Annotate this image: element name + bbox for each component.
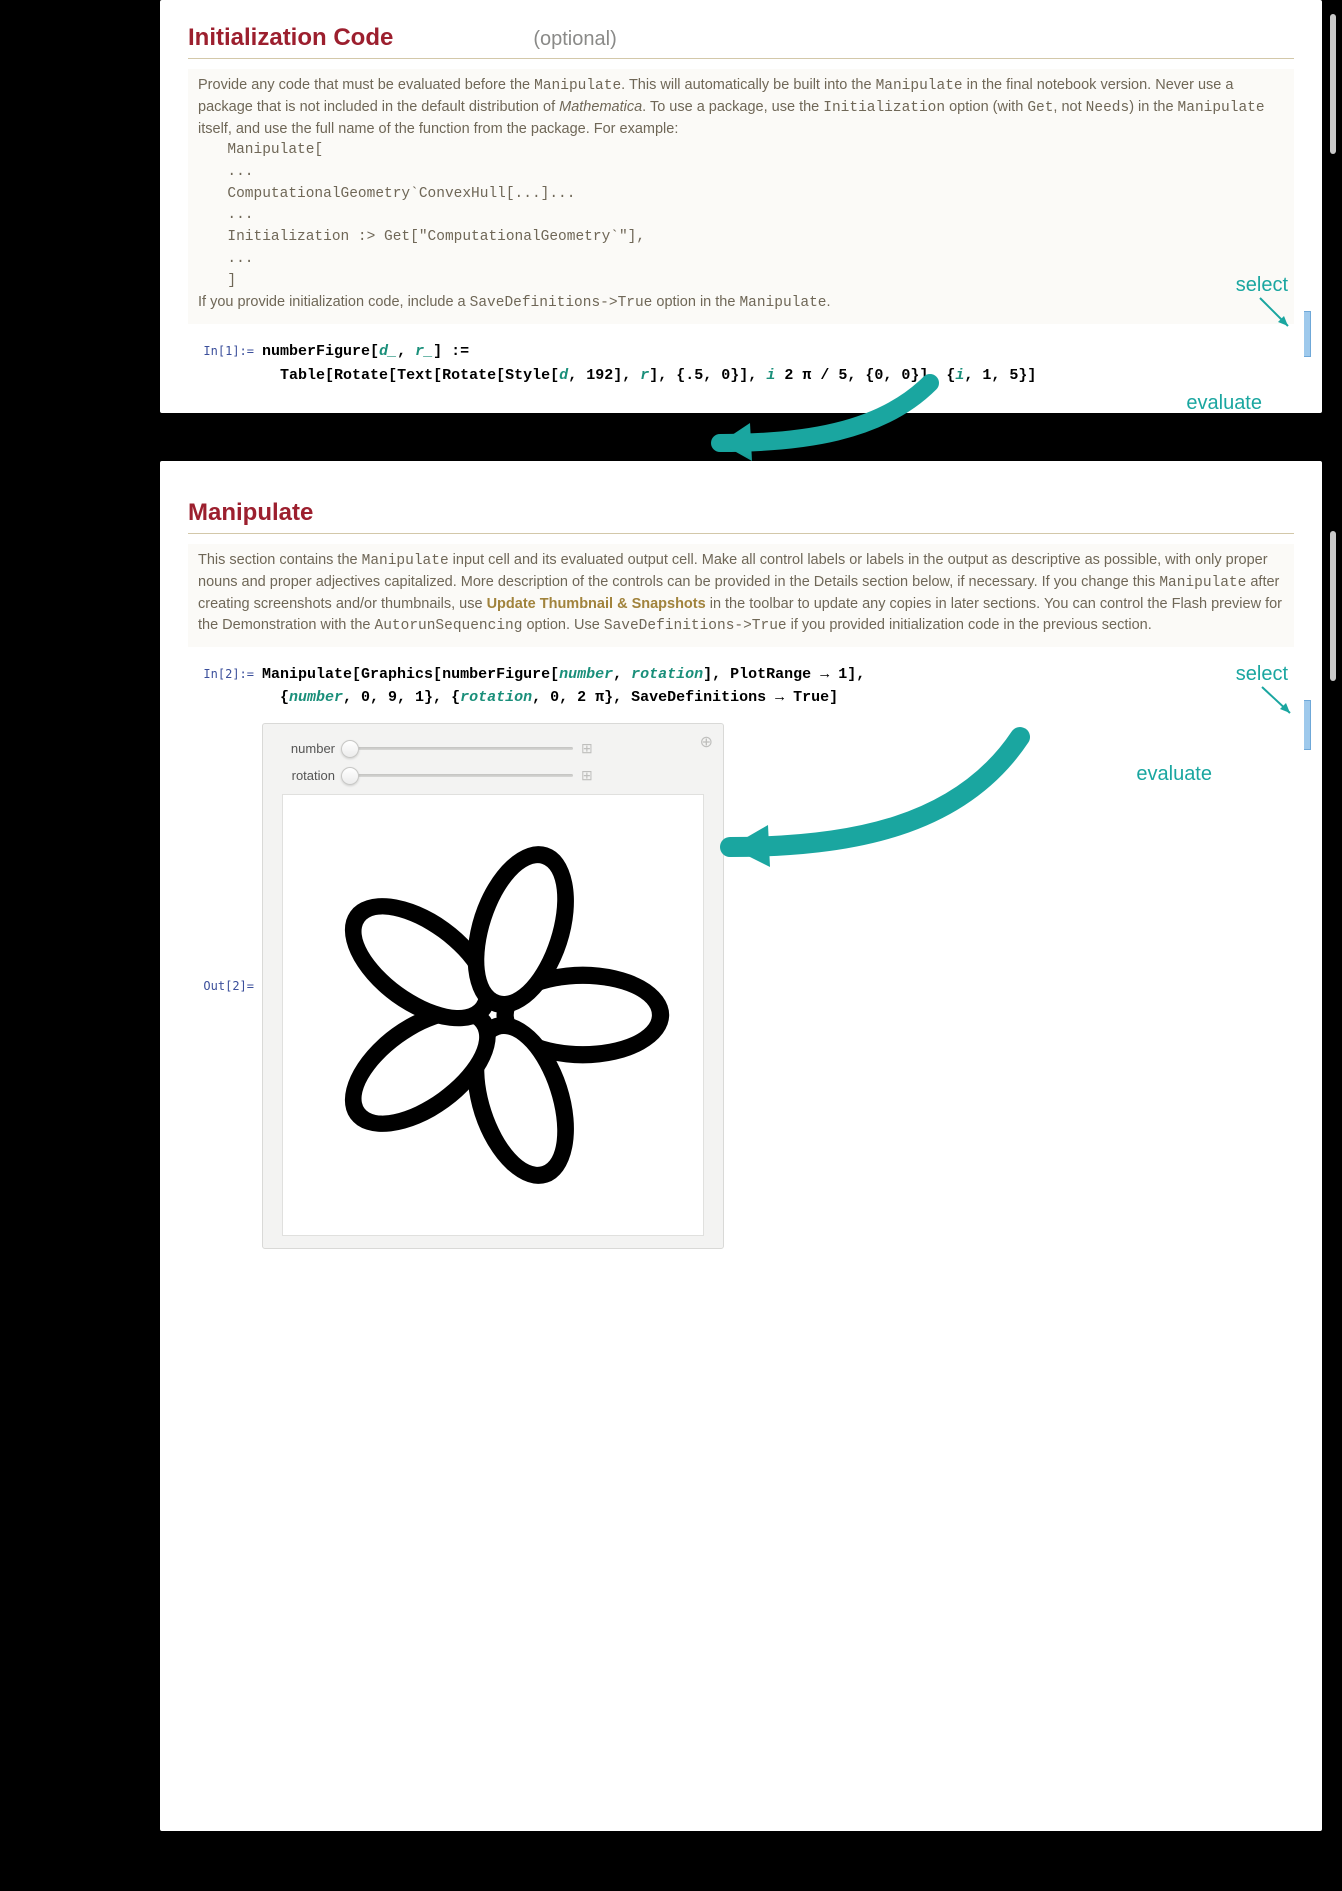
out-label: Out[2]= [202,979,262,993]
in-label: In[1]:= [202,340,262,358]
scrollbar[interactable] [1330,531,1336,681]
arrow-evaluate-icon [700,737,1030,877]
arrow-evaluate-icon [700,383,940,473]
number-figure-graphic [303,825,683,1205]
description-box: Provide any code that must be evaluated … [188,69,1294,324]
annot-evaluate: evaluate [1186,392,1262,415]
cell-bracket-selected[interactable] [1304,310,1312,354]
slider-thumb[interactable] [341,740,359,758]
description-box: This section contains the Manipulate inp… [188,544,1294,647]
slider-thumb[interactable] [341,767,359,785]
slider-number[interactable]: number ⊞ [281,740,713,757]
annot-select: select [1236,274,1288,297]
manipulate-panel: Manipulate This section contains the Man… [160,461,1322,1831]
arrow-select-icon [1258,296,1298,336]
arrow-select-icon [1260,685,1300,725]
code-example: Manipulate[ ... ComputationalGeometry`Co… [198,140,1284,292]
input-cell-1[interactable]: In[1]:= numberFigure[d_, r_] := Table[Ro… [188,338,1294,389]
graphics-output [282,794,704,1236]
initialization-panel: Initialization Code (optional) Provide a… [160,0,1322,413]
in-label: In[2]:= [202,663,262,681]
optional-label: (optional) [533,28,616,51]
slider-expand-icon[interactable]: ⊞ [581,767,593,784]
slider-expand-icon[interactable]: ⊞ [581,740,593,757]
wl-code[interactable]: Manipulate[Graphics[numberFigure[number,… [262,663,865,710]
slider-track[interactable] [343,774,573,777]
section-title: Manipulate [188,481,1294,533]
slider-rotation[interactable]: rotation ⊞ [281,767,713,784]
section-title: Initialization Code [188,20,393,58]
cell-bracket-selected[interactable] [1304,699,1312,747]
slider-track[interactable] [343,747,573,750]
annot-select: select [1236,663,1288,686]
manipulate-output: ⊕ number ⊞ rotation ⊞ [262,723,724,1249]
scrollbar[interactable] [1330,14,1336,154]
annot-evaluate: evaluate [1136,763,1212,786]
input-cell-2[interactable]: In[2]:= Manipulate[Graphics[numberFigure… [188,661,1294,712]
